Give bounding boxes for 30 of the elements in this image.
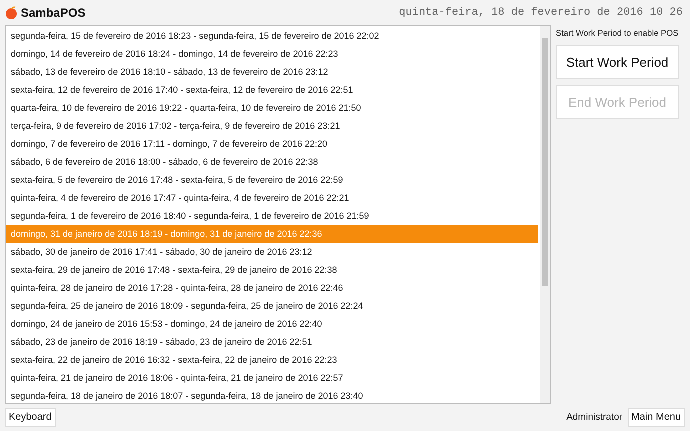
- work-period-row[interactable]: domingo, 14 de fevereiro de 2016 18:24 - domingo, 14 de fevereiro de 2016 22:23: [6, 45, 538, 63]
- keyboard-button[interactable]: Keyboard: [5, 408, 56, 427]
- work-period-row[interactable]: sábado, 6 de fevereiro de 2016 18:00 - sábado, 6 de fevereiro de 2016 22:38: [6, 153, 538, 171]
- user-name: Administrator: [566, 412, 623, 423]
- scrollbar-thumb[interactable]: [542, 38, 548, 286]
- work-period-row[interactable]: quinta-feira, 21 de janeiro de 2016 18:06 - quinta-feira, 21 de janeiro de 2016 22:57: [6, 369, 538, 387]
- work-period-row[interactable]: sexta-feira, 22 de janeiro de 2016 16:32 - sexta-feira, 22 de janeiro de 2016 22:23: [6, 351, 538, 369]
- work-period-button[interactable]: Start Work Period: [556, 45, 679, 79]
- work-period-row[interactable]: segunda-feira, 1 de fevereiro de 2016 18:40 - segunda-feira, 1 de fevereiro de 2016 21:59: [6, 207, 538, 225]
- logo-icon: [5, 6, 18, 20]
- work-period-row[interactable]: quinta-feira, 28 de janeiro de 2016 17:28 - quinta-feira, 28 de janeiro de 2016 22:46: [6, 279, 538, 297]
- work-period-row[interactable]: sábado, 23 de janeiro de 2016 18:19 - sábado, 23 de janeiro de 2016 22:51: [6, 333, 538, 351]
- work-period-row[interactable]: sábado, 30 de janeiro de 2016 17:41 - sábado, 30 de janeiro de 2016 23:12: [6, 243, 538, 261]
- work-period-row[interactable]: domingo, 24 de janeiro de 2016 15:53 - domingo, 24 de janeiro de 2016 22:40: [6, 315, 538, 333]
- hint-text: Start Work Period to enable POS: [556, 27, 679, 39]
- work-period-row[interactable]: segunda-feira, 15 de fevereiro de 2016 18:23 - segunda-feira, 15 de fevereiro de 2016 22:02: [6, 27, 538, 45]
- work-period-row[interactable]: segunda-feira, 25 de janeiro de 2016 18:09 - segunda-feira, 25 de janeiro de 2016 22:24: [6, 297, 538, 315]
- work-period-row[interactable]: terça-feira, 9 de fevereiro de 2016 17:02 - terça-feira, 9 de fevereiro de 2016 23:21: [6, 117, 538, 135]
- work-period-row[interactable]: quinta-feira, 4 de fevereiro de 2016 17:47 - quinta-feira, 4 de fevereiro de 2016 22:21: [6, 189, 538, 207]
- work-period-row[interactable]: quarta-feira, 10 de fevereiro de 2016 19:22 - quarta-feira, 10 de fevereiro de 2016 21:50: [6, 99, 538, 117]
- logo-text: SambaPOS: [21, 6, 86, 20]
- work-period-row[interactable]: sexta-feira, 12 de fevereiro de 2016 17:40 - sexta-feira, 12 de fevereiro de 2016 22:51: [6, 81, 538, 99]
- main-menu-button[interactable]: Main Menu: [628, 408, 685, 427]
- scrollbar[interactable]: [540, 26, 550, 403]
- date-time: quinta-feira, 18 de fevereiro de 2016 10 26: [399, 6, 684, 18]
- work-period-row[interactable]: segunda-feira, 18 de janeiro de 2016 18:07 - segunda-feira, 18 de janeiro de 2016 23:40: [6, 387, 538, 403]
- work-period-row[interactable]: domingo, 7 de fevereiro de 2016 17:11 - domingo, 7 de fevereiro de 2016 22:20: [6, 135, 538, 153]
- work-period-row[interactable]: sexta-feira, 29 de janeiro de 2016 17:48 - sexta-feira, 29 de janeiro de 2016 22:38: [6, 261, 538, 279]
- work-period-row[interactable]: sexta-feira, 5 de fevereiro de 2016 17:48 - sexta-feira, 5 de fevereiro de 2016 22:59: [6, 171, 538, 189]
- work-period-row[interactable]: sábado, 13 de fevereiro de 2016 18:10 - sábado, 13 de fevereiro de 2016 23:12: [6, 63, 538, 81]
